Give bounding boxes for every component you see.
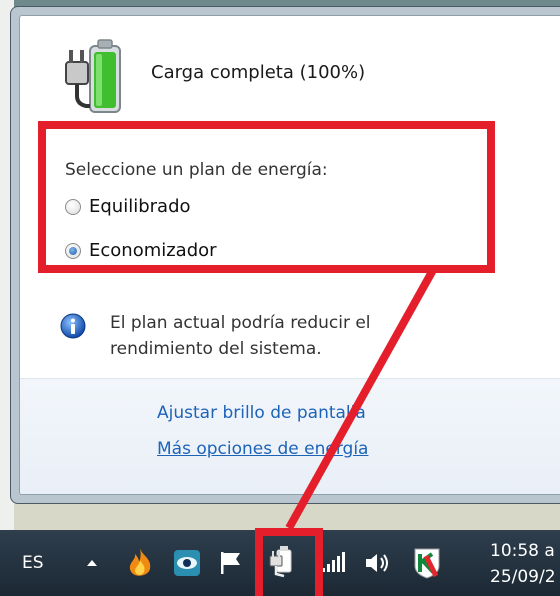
annotation-box-plans <box>38 121 495 273</box>
annotation-box-tray-icon <box>255 528 323 596</box>
annotation-arrow-line <box>285 268 437 530</box>
